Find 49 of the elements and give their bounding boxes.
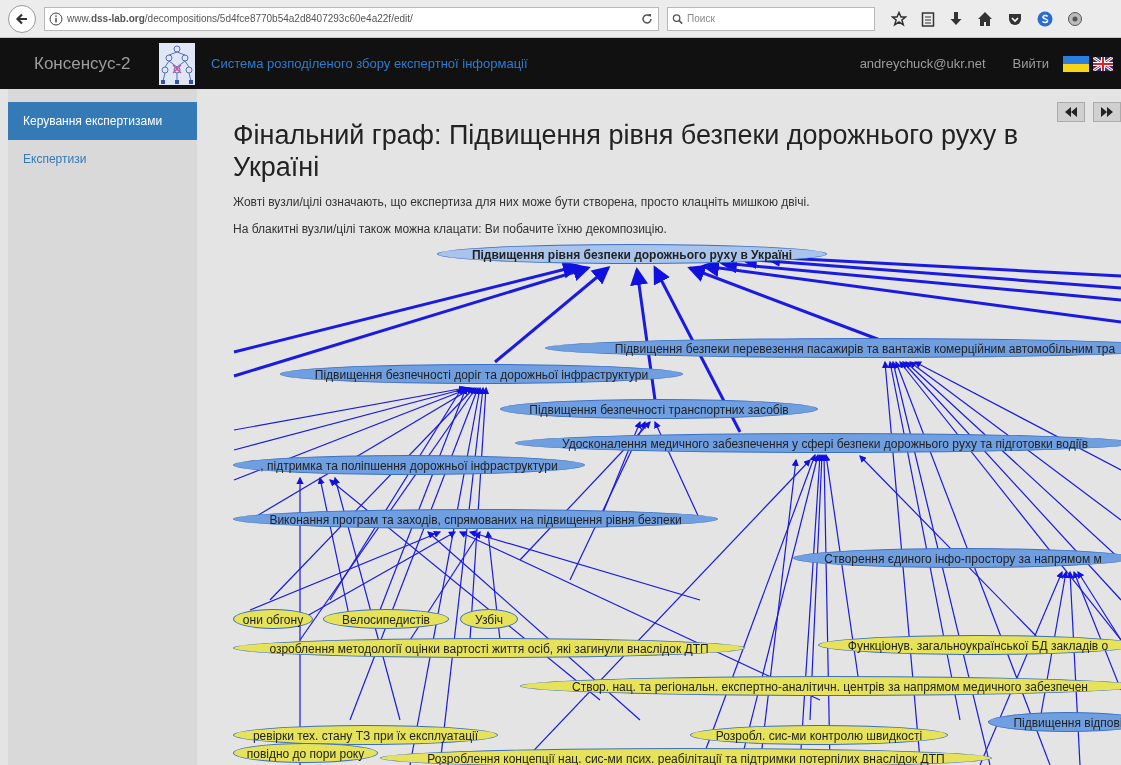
graph-node[interactable]: Створ. нац. та регіональн. експертно-аналітичн. центрів за напрямом медичного забезпечен xyxy=(520,676,1121,696)
instruction-text: Жовті вузли/цілі означають, що експертиза для них може бути створена, просто клацніть мишкою двічі. xyxy=(233,194,811,211)
british-flag-icon[interactable] xyxy=(1093,56,1113,71)
user-email-link[interactable]: andreychuck@ukr.net xyxy=(859,53,986,74)
tree-logo-icon xyxy=(159,42,195,85)
graph-node[interactable]: повідно до пори року xyxy=(233,743,378,763)
page-title: Фінальний граф: Підвищення рівня безпеки дорожнього руху в Україні xyxy=(233,119,1020,183)
search-icon xyxy=(672,12,684,25)
sidebar-item[interactable]: Керування експертизами xyxy=(8,102,197,140)
graph-node[interactable]: Створення єдиного інфо-простору за напрямом м xyxy=(793,548,1121,568)
graph-node[interactable]: Функціонув. загальноукраїнської БД закладів о xyxy=(818,635,1121,655)
graph-node[interactable]: ревірки тех. стану ТЗ при їх експлуатації xyxy=(233,725,498,745)
graph-node[interactable]: Виконання програм та заходів, спрямованих на підвищення рівня безпеки xyxy=(233,509,718,529)
address-bar[interactable]: www.dss-lab.org/decompositions/5d4fce8770b54a2d8407293c60e4a22f/edit/ xyxy=(44,6,659,31)
graph-node[interactable]: озроблення методології оцінки вартості життя осіб, які загинули внаслідок ДТП xyxy=(233,638,745,658)
graph-node[interactable]: Підвищення відпові xyxy=(988,712,1121,732)
brand-link[interactable]: Консенсус-2 xyxy=(34,50,159,77)
url-text: www.dss-lab.org/decompositions/5d4fce8770b54a2d8407293c60e4a22f/edit/ xyxy=(67,12,414,26)
graph-node[interactable]: Підвищення безпечності транспортних засобів xyxy=(500,399,818,419)
site-subtitle: Система розподіленого збору експертної інформації xyxy=(211,54,528,73)
logout-link[interactable]: Вийти xyxy=(1012,53,1049,74)
graph-node[interactable]: , підтримка та поліпшення дорожньої інфраструктури xyxy=(233,455,585,475)
ukrainian-flag-icon[interactable] xyxy=(1063,55,1089,72)
fast-forward-icon xyxy=(1100,107,1114,117)
graph-node[interactable]: Удосконалення медичного забезпечення у сфері безпеки дорожнього руху та підготовки водіїв xyxy=(515,433,1121,453)
graph-node[interactable]: Підвищення безпечності доріг та дорожньої інфраструктури xyxy=(280,364,683,384)
graph-node[interactable]: Розробл. сис-ми контролю швидкості xyxy=(690,725,948,745)
reload-icon[interactable] xyxy=(640,11,654,26)
skype-icon[interactable] xyxy=(1037,10,1053,27)
search-input[interactable]: Поиск xyxy=(687,7,870,30)
previous-button[interactable] xyxy=(1057,102,1085,122)
graph-node[interactable]: Розроблення концепції нац. сис-ми псих. реабілітації та підтримки потерпілих внаслідок ДТП xyxy=(380,748,992,765)
home-icon[interactable] xyxy=(977,10,993,27)
next-button[interactable] xyxy=(1093,102,1121,122)
extension-icon[interactable] xyxy=(1067,10,1083,27)
back-arrow-icon xyxy=(15,11,29,26)
graph-node[interactable]: Узбіч xyxy=(460,609,518,629)
back-button[interactable] xyxy=(8,4,36,33)
star-icon[interactable] xyxy=(891,10,907,27)
graph-node[interactable]: Підвищення рівня безпеки дорожнього руху в Україні xyxy=(437,244,827,264)
graph-node[interactable]: Велосипедистів xyxy=(323,609,449,629)
graph-node[interactable]: они обгону xyxy=(233,609,313,629)
instruction-text: На блакитні вузли/цілі також можна клацати: Ви побачите їхню декомпозицію. xyxy=(233,221,668,238)
graph-node[interactable]: Підвищення безпеки перевезення пасажирів та вантажів комерційним автомобільним тра xyxy=(545,338,1121,358)
info-icon xyxy=(49,11,63,26)
download-icon[interactable] xyxy=(949,10,963,27)
rewind-icon xyxy=(1064,107,1078,117)
search-field[interactable]: Поиск xyxy=(667,6,875,31)
clipboard-icon[interactable] xyxy=(921,10,935,27)
